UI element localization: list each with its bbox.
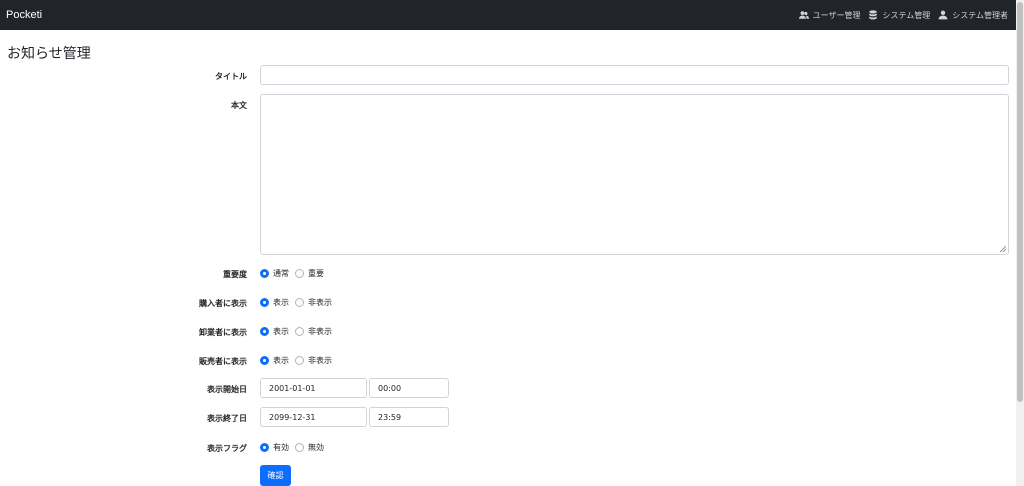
wholesaler-hide-radio[interactable] bbox=[295, 327, 304, 336]
body-textarea[interactable] bbox=[260, 94, 1009, 255]
navbar-menu: ユーザー管理 システム管理 システム管理者 bbox=[798, 10, 1008, 21]
users-icon bbox=[798, 11, 809, 19]
end-date-label: 表示終了日 bbox=[207, 414, 247, 423]
radio-label: 表示 bbox=[273, 356, 289, 365]
importance-normal-radio[interactable] bbox=[260, 269, 269, 278]
radio-label: 有効 bbox=[273, 443, 289, 452]
nav-item-system-management[interactable]: システム管理 bbox=[868, 10, 930, 21]
title-input[interactable] bbox=[260, 65, 1009, 85]
start-date-label: 表示開始日 bbox=[207, 385, 247, 394]
body-label: 本文 bbox=[231, 101, 247, 110]
seller-display-label: 販売者に表示 bbox=[199, 357, 247, 366]
scrollbar-thumb[interactable] bbox=[1017, 2, 1023, 402]
importance-high-radio[interactable] bbox=[295, 269, 304, 278]
radio-label: 無効 bbox=[308, 443, 324, 452]
seller-show-radio[interactable] bbox=[260, 356, 269, 365]
radio-label: 非表示 bbox=[308, 298, 332, 307]
radio-label: 重要 bbox=[308, 269, 324, 278]
start-date-input[interactable]: 2001-01-01 bbox=[260, 378, 367, 398]
scrollbar[interactable] bbox=[1016, 0, 1024, 486]
confirm-button[interactable]: 確認 bbox=[260, 465, 291, 486]
user-icon bbox=[938, 10, 948, 20]
radio-label: 通常 bbox=[273, 269, 289, 278]
seller-hide-radio[interactable] bbox=[295, 356, 304, 365]
end-time-input[interactable]: 23:59 bbox=[369, 407, 449, 427]
display-flag-label: 表示フラグ bbox=[207, 444, 247, 453]
resize-handle[interactable] bbox=[1000, 246, 1006, 252]
seller-display-radio-group: 表示 非表示 bbox=[260, 355, 334, 366]
flag-disabled-radio[interactable] bbox=[295, 443, 304, 452]
buyer-show-radio[interactable] bbox=[260, 298, 269, 307]
wholesaler-display-label: 卸業者に表示 bbox=[199, 328, 247, 337]
buyer-display-radio-group: 表示 非表示 bbox=[260, 297, 334, 308]
display-flag-radio-group: 有効 無効 bbox=[260, 442, 326, 453]
radio-label: 非表示 bbox=[308, 327, 332, 336]
radio-label: 表示 bbox=[273, 327, 289, 336]
title-label: タイトル bbox=[215, 72, 247, 81]
nav-item-label: システム管理 bbox=[882, 10, 931, 20]
nav-item-label: ユーザー管理 bbox=[812, 10, 861, 20]
importance-radio-group: 通常 重要 bbox=[260, 268, 326, 279]
brand-logo[interactable]: Pocketi bbox=[6, 9, 42, 21]
end-date-input[interactable]: 2099-12-31 bbox=[260, 407, 367, 427]
buyer-display-label: 購入者に表示 bbox=[199, 299, 247, 308]
database-icon bbox=[869, 10, 878, 20]
top-navbar: Pocketi ユーザー管理 システム管理 システム管理者 bbox=[0, 0, 1016, 30]
start-time-input[interactable]: 00:00 bbox=[369, 378, 449, 398]
importance-label: 重要度 bbox=[223, 270, 247, 279]
flag-enabled-radio[interactable] bbox=[260, 443, 269, 452]
radio-label: 非表示 bbox=[308, 356, 332, 365]
wholesaler-display-radio-group: 表示 非表示 bbox=[260, 326, 334, 337]
page-title: お知らせ管理 bbox=[7, 46, 91, 62]
wholesaler-show-radio[interactable] bbox=[260, 327, 269, 336]
nav-item-user-management[interactable]: ユーザー管理 bbox=[798, 10, 861, 21]
nav-item-system-admin[interactable]: システム管理者 bbox=[938, 10, 1008, 21]
nav-item-label: システム管理者 bbox=[952, 10, 1008, 20]
buyer-hide-radio[interactable] bbox=[295, 298, 304, 307]
radio-label: 表示 bbox=[273, 298, 289, 307]
